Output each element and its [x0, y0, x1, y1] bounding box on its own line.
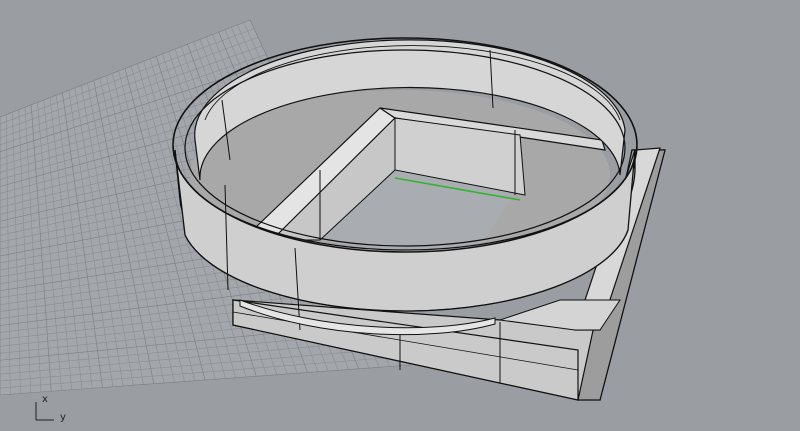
perspective-scene[interactable] [0, 0, 800, 431]
axis-y-label: y [60, 412, 66, 423]
axis-x-label: x [42, 394, 48, 405]
3d-viewport[interactable]: x y [0, 0, 800, 431]
